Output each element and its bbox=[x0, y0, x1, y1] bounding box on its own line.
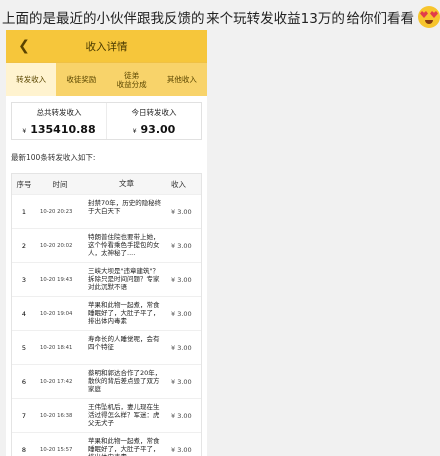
total-income-value: 135410.88 bbox=[30, 123, 96, 136]
row-article-title: 苹果和此物一起煮，常食睡眠好了，大肚子平了，排出体内毒素 bbox=[88, 300, 160, 325]
table-row[interactable]: 6 10-20 17:42 蔡明和郭达合作了20年，散伙的背后差点毁了双方家庭 ¥ 3… bbox=[12, 364, 201, 398]
today-income-label: 今日转发收入 bbox=[131, 108, 177, 117]
table-row[interactable]: 8 10-20 15:57 苹果和此物一起煮，常食睡眠好了，大肚子平了，排出体内毒素… bbox=[12, 432, 201, 456]
table-body: 1 10-20 20:23 封禁70年，历史的隐秘终于大白天下 ¥ 3.00 2 10-2… bbox=[12, 194, 201, 456]
phone-screen: ❮ 收入详情 转发收入 收徒奖励 徒弟 收益分成 其他收入 总共转发收入 ¥13… bbox=[6, 30, 207, 456]
chevron-left-icon[interactable]: ❮ bbox=[16, 38, 32, 54]
tab-share-income[interactable]: 转发收入 bbox=[6, 63, 57, 96]
caption-text: 上面的是最近的小伙伴跟我反馈的 来个玩转发收益13万的 给你们看看 bbox=[2, 6, 440, 28]
row-no: 7 bbox=[21, 411, 27, 420]
row-no: 4 bbox=[21, 309, 27, 318]
tab-apprentice-reward[interactable]: 收徒奖励 bbox=[56, 63, 106, 96]
table-row[interactable]: 4 10-20 19:04 苹果和此物一起煮，常食睡眠好了，大肚子平了，排出体内毒素… bbox=[12, 296, 201, 330]
row-no: 8 bbox=[21, 445, 27, 454]
row-time: 10-20 20:23 bbox=[40, 208, 73, 215]
page-title: 收入详情 bbox=[85, 40, 128, 53]
income-summary: 总共转发收入 ¥135410.88 今日转发收入 ¥93.00 bbox=[11, 102, 202, 140]
row-income: ¥ 3.00 bbox=[171, 241, 192, 250]
header-no: 序号 bbox=[16, 179, 32, 189]
row-article-title: 特朗普住院也要带上她，这个怜看乘色手提包的女人，太神秘了.... bbox=[88, 232, 160, 257]
income-table: 序号 时间 文章 收入 1 10-20 20:23 封禁70年，历史的隐秘终于大白天… bbox=[11, 173, 202, 456]
table-row[interactable]: 1 10-20 20:23 封禁70年，历史的隐秘终于大白天下 ¥ 3.00 bbox=[12, 194, 201, 228]
caption-part-1: 上面的是最近的小伙伴跟我反馈的 bbox=[2, 11, 205, 27]
tab-bar: 转发收入 收徒奖励 徒弟 收益分成 其他收入 bbox=[6, 62, 207, 96]
row-article-title: 寿命长的人睡觉呢，会有四个特征 bbox=[88, 334, 160, 351]
row-article-title: 王伟坠机后，妻儿现在生活过得怎么样？军迷：虎父无犬子 bbox=[88, 402, 160, 427]
row-income: ¥ 3.00 bbox=[171, 445, 192, 454]
row-income: ¥ 3.00 bbox=[171, 377, 192, 386]
row-no: 1 bbox=[21, 207, 27, 216]
row-article-title: 封禁70年，历史的隐秘终于大白天下 bbox=[88, 198, 162, 215]
row-no: 2 bbox=[21, 241, 27, 250]
row-no: 5 bbox=[21, 343, 27, 352]
row-income: ¥ 3.00 bbox=[171, 411, 192, 420]
total-income-label: 总共转发收入 bbox=[36, 108, 82, 117]
heart-eyes-emoji-icon bbox=[418, 6, 440, 28]
table-row[interactable]: 7 10-20 16:38 王伟坠机后，妻儿现在生活过得怎么样？军迷：虎父无犬子 ¥ … bbox=[12, 398, 201, 432]
header-article: 文章 bbox=[119, 179, 134, 188]
header-time: 时间 bbox=[52, 179, 68, 189]
row-income: ¥ 3.00 bbox=[171, 343, 192, 352]
row-time: 10-20 18:41 bbox=[40, 344, 73, 351]
row-income: ¥ 3.00 bbox=[171, 207, 192, 216]
row-article-title: 蔡明和郭达合作了20年，散伙的背后差点毁了双方家庭 bbox=[88, 368, 162, 393]
row-income: ¥ 3.00 bbox=[171, 275, 192, 284]
row-time: 10-20 20:02 bbox=[40, 242, 73, 249]
row-no: 6 bbox=[21, 377, 27, 386]
row-time: 10-20 19:43 bbox=[40, 276, 73, 283]
currency-symbol: ¥ bbox=[22, 128, 27, 135]
list-title: 最新100条转发收入如下: bbox=[11, 153, 96, 162]
row-time: 10-20 19:04 bbox=[40, 310, 73, 317]
row-article-title: 苹果和此物一起煮，常食睡眠好了，大肚子平了，排出体内毒素 bbox=[88, 436, 160, 456]
tab-other-income[interactable]: 其他收入 bbox=[157, 63, 207, 96]
today-income-value: 93.00 bbox=[140, 123, 176, 136]
table-row[interactable]: 5 10-20 18:41 寿命长的人睡觉呢，会有四个特征 ¥ 3.00 bbox=[12, 330, 201, 364]
caption-part-2: 来个玩转发收益13万的 bbox=[206, 11, 345, 27]
header-income: 收入 bbox=[171, 179, 186, 189]
tab-apprentice-share[interactable]: 徒弟 收益分成 bbox=[107, 63, 157, 96]
row-no: 3 bbox=[21, 275, 27, 284]
tab-apprentice-share-label: 徒弟 收益分成 bbox=[116, 70, 147, 89]
row-time: 10-20 15:57 bbox=[40, 446, 73, 453]
table-header: 序号 时间 文章 收入 bbox=[12, 174, 201, 194]
row-time: 10-20 17:42 bbox=[40, 378, 73, 385]
today-income: 今日转发收入 ¥93.00 bbox=[106, 103, 201, 139]
caption-part-3: 给你们看看 bbox=[346, 11, 415, 27]
row-income: ¥ 3.00 bbox=[171, 309, 192, 318]
currency-symbol: ¥ bbox=[132, 128, 137, 135]
page-header: ❮ 收入详情 bbox=[6, 30, 207, 62]
row-time: 10-20 16:38 bbox=[40, 412, 73, 419]
table-row[interactable]: 3 10-20 19:43 三峡大坝是"违章建筑"？拆除只是时间问题？专家对此沉默不… bbox=[12, 262, 201, 296]
table-row[interactable]: 2 10-20 20:02 特朗普住院也要带上她，这个怜看乘色手提包的女人，太神秘了… bbox=[12, 228, 201, 262]
total-income: 总共转发收入 ¥135410.88 bbox=[12, 103, 106, 139]
row-article-title: 三峡大坝是"违章建筑"？拆除只是时间问题？专家对此沉默不语 bbox=[88, 266, 160, 291]
